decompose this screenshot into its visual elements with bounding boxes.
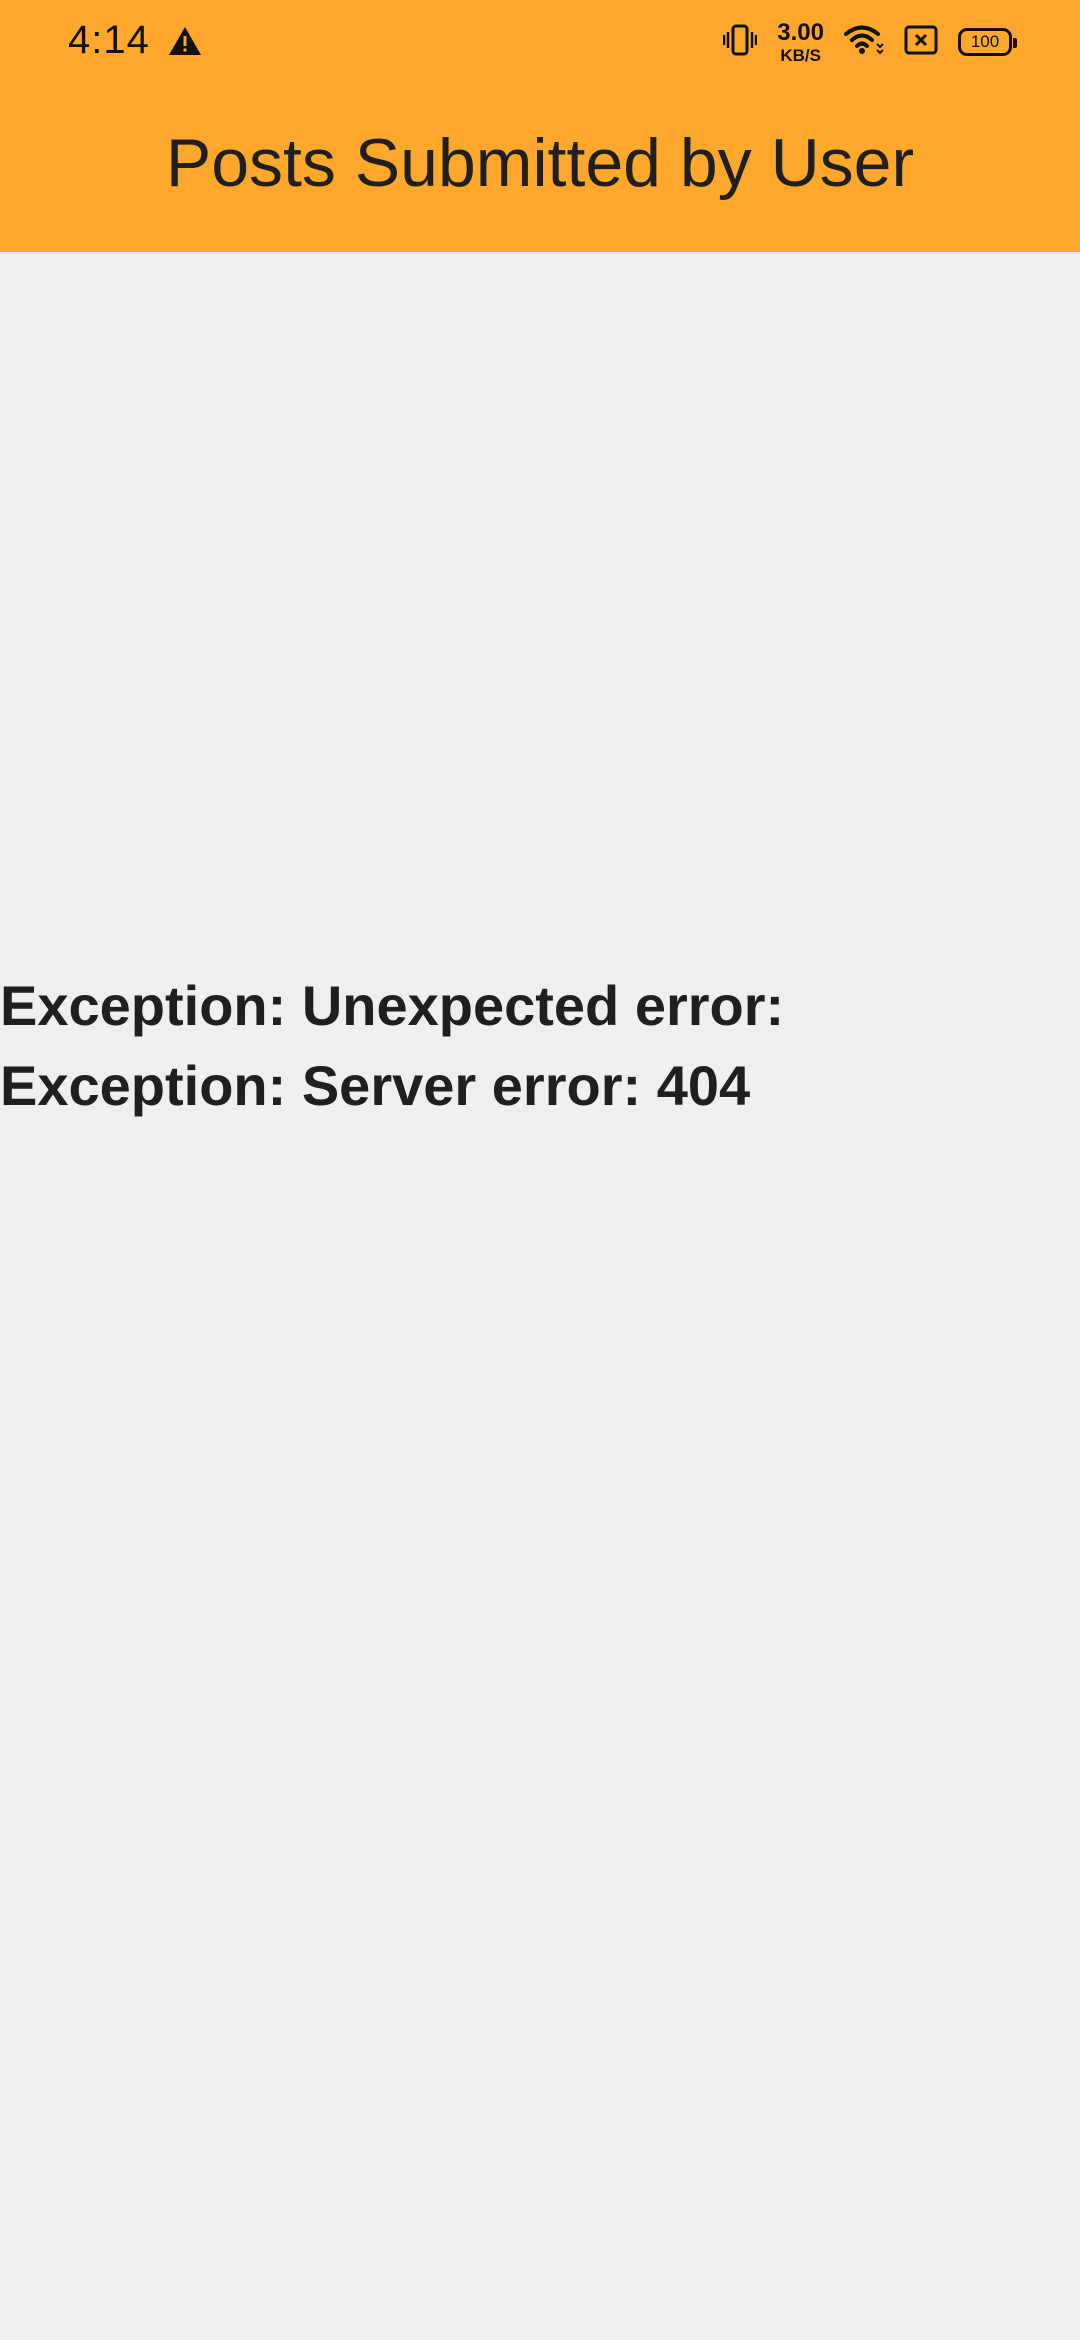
battery-level: 100	[970, 32, 1000, 51]
net-speed-value: 3.00	[777, 18, 824, 46]
status-bar: 4:14 3.00 KB/S 100	[0, 0, 1080, 84]
page-title: Posts Submitted by User	[165, 125, 915, 201]
error-message: Exception: Unexpected error: Exception: …	[0, 974, 785, 1117]
status-icons: 3.00 KB/S 100	[723, 18, 1017, 66]
app-bar: 4:14 3.00 KB/S 100 Posts Submitted by Us…	[0, 0, 1080, 252]
vibrate-icon	[723, 24, 758, 61]
warning-icon	[168, 26, 202, 56]
content-area	[0, 252, 1080, 2340]
wifi-icon	[844, 24, 884, 61]
net-speed: 3.00 KB/S	[777, 18, 824, 65]
sim-off-icon	[904, 25, 938, 60]
status-time: 4:14	[68, 18, 150, 62]
battery-icon: 100	[958, 28, 1017, 56]
net-speed-unit: KB/S	[780, 45, 821, 65]
